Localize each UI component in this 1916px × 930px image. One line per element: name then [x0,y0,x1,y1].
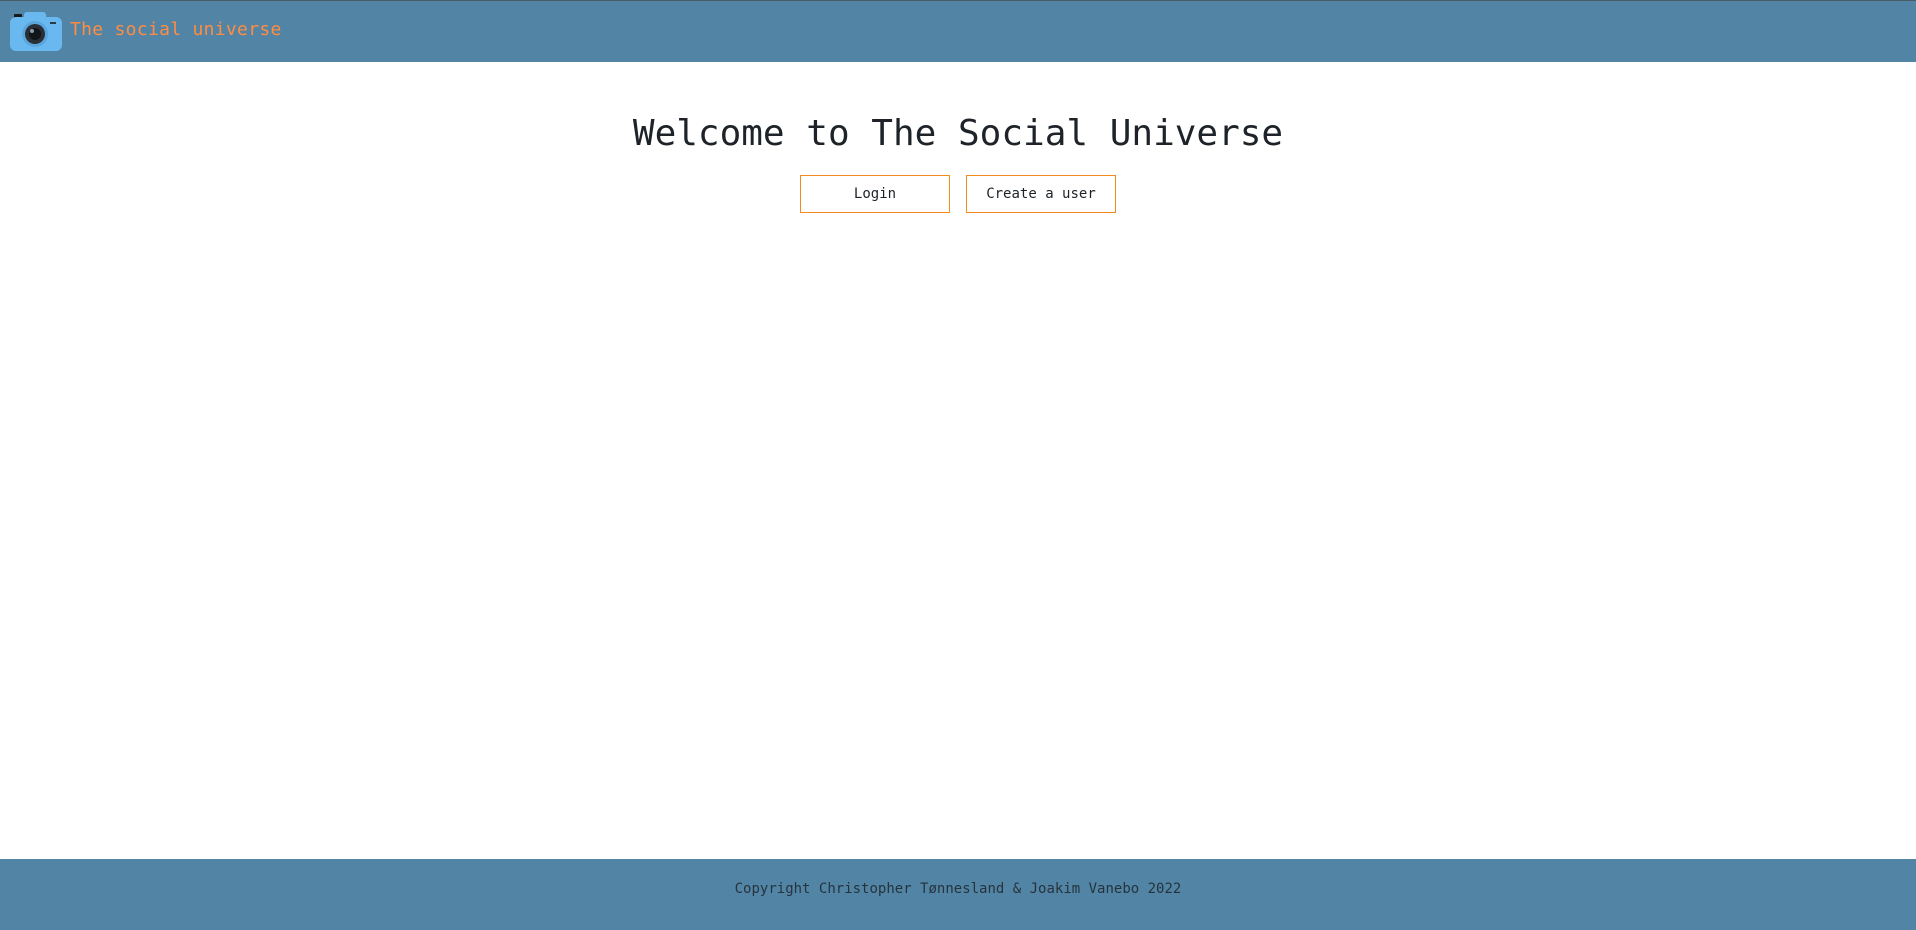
create-user-button[interactable]: Create a user [966,175,1116,213]
copyright-text: Copyright Christopher Tønnesland & Joaki… [734,880,1182,897]
auth-button-row: Login Create a user [0,175,1916,213]
page: The social universe Welcome to The Socia… [0,0,1916,930]
main-content: Welcome to The Social Universe Login Cre… [0,62,1916,859]
camera-icon [10,11,62,51]
site-footer: Copyright Christopher Tønnesland & Joaki… [0,859,1916,930]
login-button[interactable]: Login [800,175,950,213]
page-title: Welcome to The Social Universe [632,113,1284,154]
home-link[interactable]: The social universe [10,11,282,52]
site-header: The social universe [0,1,1916,62]
site-title[interactable]: The social universe [70,19,282,40]
